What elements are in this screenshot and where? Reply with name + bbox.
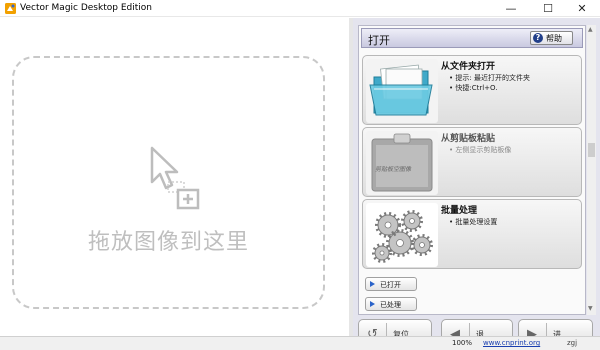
- wizard-content: 打开 ? 帮助 从文件夹打开 提示: 最近打开的文件夹 快捷:Ctrl+O.: [358, 25, 586, 315]
- help-label: 帮助: [546, 34, 562, 43]
- title-bar: Vector Magic Desktop Edition — ☐ ✕: [0, 0, 600, 17]
- open-from-folder-card[interactable]: 从文件夹打开 提示: 最近打开的文件夹 快捷:Ctrl+O.: [362, 55, 582, 125]
- window-title: Vector Magic Desktop Edition: [20, 3, 152, 13]
- vertical-scrollbar[interactable]: ▲ ▼: [587, 25, 596, 315]
- opened-files-label: 已打开: [380, 281, 401, 289]
- paste-from-clipboard-card[interactable]: 剪贴板空图像 从剪贴板粘贴 左侧显示剪贴板像: [362, 127, 582, 197]
- section-header: 打开 ? 帮助: [361, 28, 583, 48]
- card-title: 从文件夹打开: [441, 62, 496, 72]
- clipboard-icon: [366, 131, 438, 195]
- bullet-item: 提示: 最近打开的文件夹: [449, 74, 530, 82]
- maximize-button[interactable]: ☐: [532, 0, 564, 17]
- folder-icon: [366, 59, 438, 123]
- drop-zone[interactable]: 拖放图像到这里: [12, 56, 325, 309]
- drag-drop-cursor-icon: [150, 146, 200, 210]
- scroll-down-icon[interactable]: ▼: [588, 305, 593, 312]
- bullet-item: 左侧显示剪贴板像: [449, 146, 511, 154]
- wizard-panel: 打开 ? 帮助 从文件夹打开 提示: 最近打开的文件夹 快捷:Ctrl+O.: [353, 18, 600, 349]
- status-text: zgj: [567, 339, 578, 347]
- expand-arrow-icon: [370, 301, 375, 307]
- card-title: 从剪贴板粘贴: [441, 134, 496, 144]
- bullet-item: 快捷:Ctrl+O.: [449, 84, 498, 92]
- batch-processing-card[interactable]: 批量处理 批量处理设置: [362, 199, 582, 269]
- processed-files-button[interactable]: 已处理: [365, 297, 417, 311]
- help-button[interactable]: ? 帮助: [530, 31, 573, 45]
- card-title: 批量处理: [441, 206, 478, 216]
- card-bullets: 批量处理设置: [449, 217, 497, 227]
- clipboard-empty-caption: 剪贴板空图像: [375, 166, 412, 173]
- app-icon: [5, 3, 16, 14]
- website-link[interactable]: www.cnprint.org: [483, 339, 540, 347]
- minimize-button[interactable]: —: [495, 0, 527, 17]
- image-drop-pane[interactable]: 拖放图像到这里 ◀ ▶: [0, 18, 350, 350]
- close-button[interactable]: ✕: [566, 0, 598, 17]
- scrollbar-thumb[interactable]: [588, 143, 595, 157]
- zoom-level: 100%: [452, 339, 473, 347]
- card-bullets: 左侧显示剪贴板像: [449, 145, 511, 155]
- drop-zone-label: 拖放图像到这里: [87, 230, 249, 255]
- opened-files-button[interactable]: 已打开: [365, 277, 417, 291]
- status-bar: 100% www.cnprint.org zgj: [0, 336, 600, 350]
- expand-arrow-icon: [370, 281, 375, 287]
- scroll-up-icon[interactable]: ▲: [588, 26, 593, 33]
- section-title: 打开: [368, 34, 390, 47]
- help-icon: ?: [533, 33, 543, 43]
- card-bullets: 提示: 最近打开的文件夹 快捷:Ctrl+O.: [449, 73, 530, 93]
- bullet-item: 批量处理设置: [449, 218, 497, 226]
- processed-files-label: 已处理: [380, 301, 401, 309]
- gears-icon: [366, 203, 438, 267]
